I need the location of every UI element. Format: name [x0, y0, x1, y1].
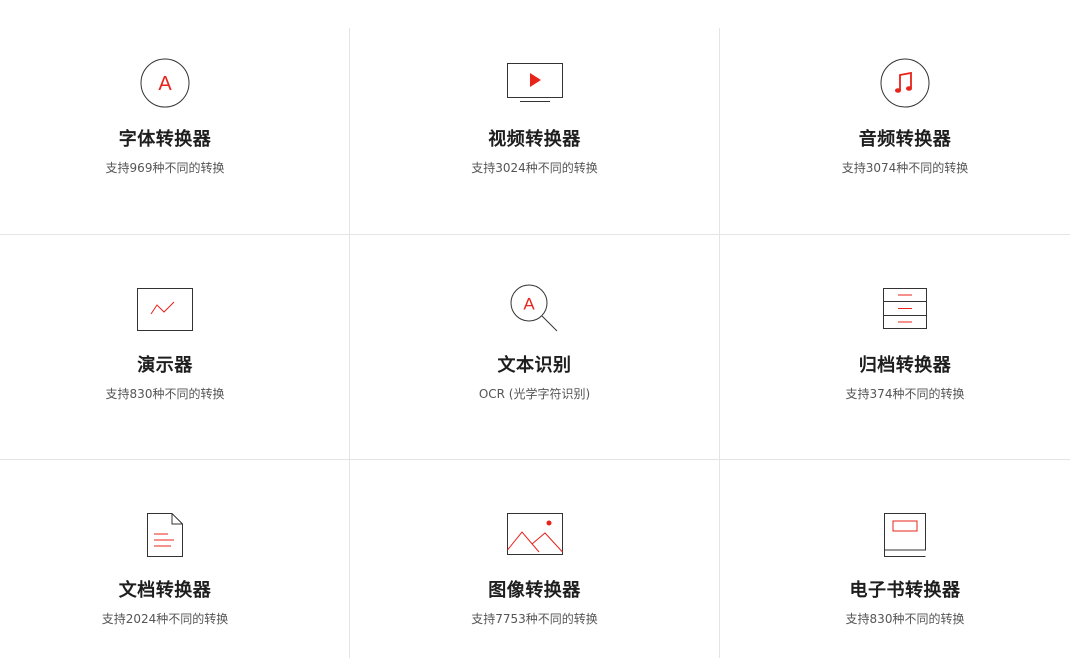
image-mountain-icon [506, 513, 563, 555]
converter-subtitle: 支持3024种不同的转换 [471, 161, 598, 175]
converter-title: 音频转换器 [858, 129, 952, 150]
converter-title: 演示器 [137, 355, 193, 376]
converter-subtitle: 支持374种不同的转换 [845, 387, 965, 401]
converter-title: 文本识别 [497, 355, 572, 376]
converter-grid: A 字体转换器 支持969种不同的转换 视频转换器 支持3024种不同的转换 音… [0, 0, 1080, 658]
converter-subtitle: 支持2024种不同的转换 [101, 612, 229, 626]
converter-subtitle: 支持3074种不同的转换 [841, 161, 969, 175]
svg-text:A: A [158, 73, 172, 95]
converter-card-archive[interactable]: 归档转换器 支持374种不同的转换 [720, 235, 1080, 459]
converter-subtitle: 支持969种不同的转换 [105, 161, 225, 175]
document-icon [147, 513, 183, 557]
presentation-chart-icon [137, 288, 193, 331]
converter-title: 文档转换器 [118, 580, 212, 601]
converter-card-font[interactable]: A 字体转换器 支持969种不同的转换 [0, 0, 330, 234]
converter-title: 视频转换器 [488, 129, 581, 150]
converter-subtitle: 支持830种不同的转换 [845, 612, 965, 626]
book-icon [884, 513, 926, 557]
converter-title: 归档转换器 [858, 355, 952, 376]
converter-title: 电子书转换器 [849, 580, 961, 601]
converter-subtitle: 支持830种不同的转换 [105, 387, 225, 401]
converter-card-image[interactable]: 图像转换器 支持7753种不同的转换 [350, 460, 719, 658]
converter-card-ebook[interactable]: 电子书转换器 支持830种不同的转换 [720, 460, 1080, 658]
converter-card-ocr[interactable]: A 文本识别 OCR (光学字符识别) [350, 235, 719, 459]
music-note-icon [880, 58, 930, 108]
converter-card-audio[interactable]: 音频转换器 支持3074种不同的转换 [720, 0, 1080, 234]
font-icon: A [140, 58, 190, 108]
archive-drawer-icon [883, 288, 927, 329]
converter-subtitle: 支持7753种不同的转换 [471, 612, 598, 626]
svg-text:A: A [523, 295, 535, 314]
video-player-icon [506, 63, 563, 102]
magnifier-text-icon: A [510, 284, 557, 332]
converter-title: 图像转换器 [488, 580, 581, 601]
converter-card-presentation[interactable]: 演示器 支持830种不同的转换 [0, 235, 330, 459]
converter-card-video[interactable]: 视频转换器 支持3024种不同的转换 [350, 0, 719, 234]
converter-subtitle: OCR (光学字符识别) [478, 387, 591, 401]
converter-card-document[interactable]: 文档转换器 支持2024种不同的转换 [0, 460, 330, 658]
converter-title: 字体转换器 [118, 129, 212, 150]
